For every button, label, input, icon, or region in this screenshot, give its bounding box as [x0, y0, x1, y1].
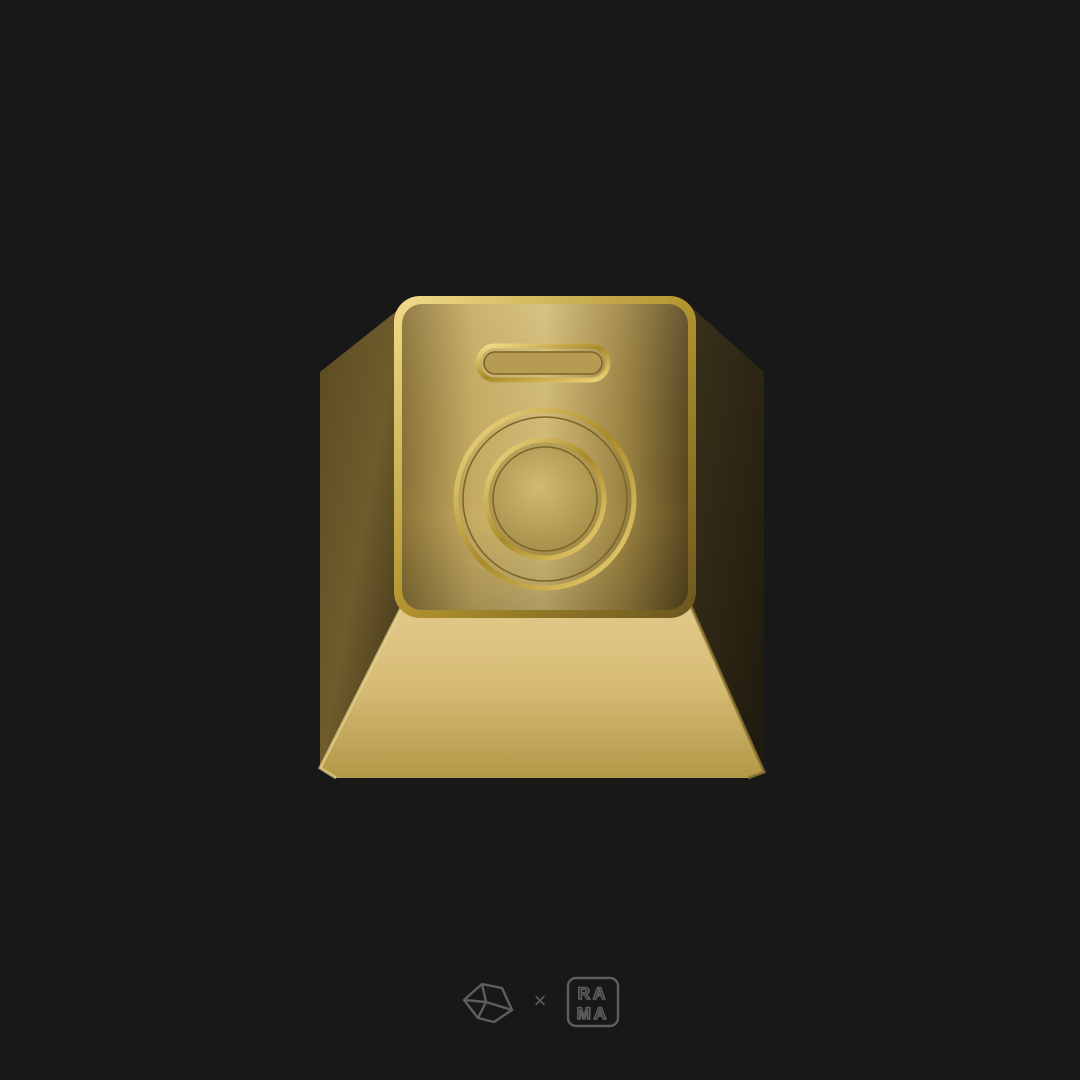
geometric-stone-logo-icon: [462, 982, 514, 1024]
gold-keycap-washing-machine-icon: [318, 296, 767, 780]
product-render: × RA MA: [0, 0, 1080, 1080]
rama-logo-line1: RA: [578, 984, 609, 1003]
rama-logo-icon: RA MA: [566, 976, 620, 1028]
rama-logo-line2: MA: [577, 1004, 609, 1023]
collab-logos: × RA MA: [0, 970, 1080, 1034]
collab-separator: ×: [533, 988, 547, 1013]
washer-drum-inner-icon: [483, 437, 607, 561]
